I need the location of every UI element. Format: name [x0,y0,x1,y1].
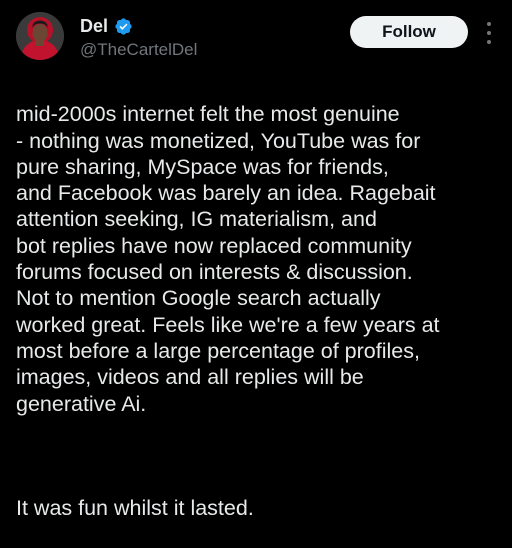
verified-badge-icon [115,17,132,35]
more-vertical-icon[interactable] [482,22,496,44]
more-dot [487,40,491,44]
follow-button[interactable]: Follow [350,16,468,48]
author-names: Del @TheCartelDel [80,14,197,60]
avatar[interactable] [16,12,64,60]
user-handle[interactable]: @TheCartelDel [80,40,197,60]
more-dot [487,31,491,35]
post-text: mid-2000s internet felt the most genuine… [16,75,500,548]
post-header: Del @TheCartelDel Follow [16,12,500,64]
post-card: Del @TheCartelDel Follow mid-2000s inter… [0,0,512,520]
post-paragraph: mid-2000s internet felt the most genuine… [16,102,440,416]
display-name[interactable]: Del [80,16,108,37]
display-name-row: Del [80,14,197,38]
more-dot [487,22,491,26]
post-paragraph: It was fun whilst it lasted. [16,496,254,521]
user-avatar-icon [16,12,64,60]
